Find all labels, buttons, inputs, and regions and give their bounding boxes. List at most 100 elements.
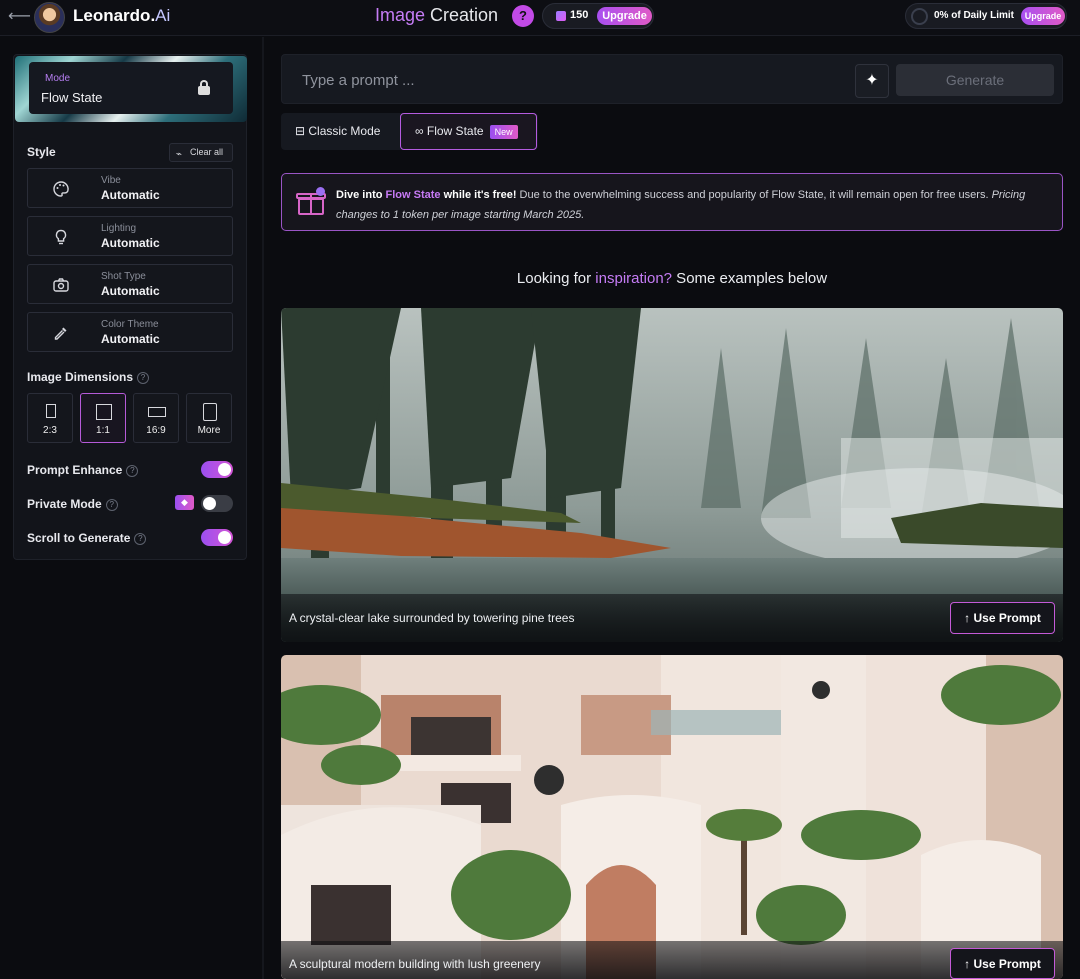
scroll-generate-label: Scroll to Generate?: [27, 531, 147, 545]
token-count: 150: [570, 9, 589, 21]
help-circle-icon[interactable]: ?: [105, 498, 118, 511]
help-circle-icon[interactable]: ?: [137, 371, 150, 384]
sparkle-icon[interactable]: ✦: [855, 64, 889, 98]
style-row-color-theme[interactable]: Color Theme Automatic: [27, 312, 233, 352]
style-row-label: Color Theme: [101, 319, 159, 330]
style-row-value: Automatic: [101, 284, 160, 298]
style-row-value: Automatic: [101, 188, 160, 202]
generate-button[interactable]: Generate: [896, 64, 1054, 96]
inspiration-heading: Looking for inspiration? Some examples b…: [281, 270, 1063, 287]
banner-lead-end: while it's free!: [440, 189, 517, 201]
dimension-label: 16:9: [146, 425, 166, 436]
style-row-label: Shot Type: [101, 271, 146, 282]
token-icon: [556, 11, 566, 21]
prompt-input[interactable]: [302, 68, 842, 92]
use-prompt-label: Use Prompt: [973, 957, 1041, 971]
prompt-enhance-toggle[interactable]: [201, 461, 233, 478]
dimension-1-1[interactable]: 1:1: [80, 393, 126, 443]
style-row-label: Lighting: [101, 223, 137, 234]
gem-icon: ◆: [175, 495, 194, 510]
dimensions-heading-text: Image Dimensions: [27, 370, 134, 384]
gift-icon: [296, 187, 326, 217]
square-shape-icon: [96, 404, 112, 420]
scroll-generate-toggle[interactable]: [201, 529, 233, 546]
logo-suffix: Ai: [155, 6, 171, 25]
upgrade-button-secondary[interactable]: Upgrade: [1021, 7, 1065, 25]
private-mode-label: Private Mode?: [27, 497, 118, 511]
mode-selector[interactable]: Mode Flow State: [29, 62, 233, 114]
style-row-vibe[interactable]: Vibe Automatic: [27, 168, 233, 208]
use-prompt-button[interactable]: ↑ Use Prompt: [950, 602, 1055, 634]
style-row-shot-type[interactable]: Shot Type Automatic: [27, 264, 233, 304]
progress-ring-icon: [911, 8, 928, 25]
toggle-label: Private Mode: [27, 497, 102, 511]
tab-label: Classic Mode: [308, 124, 381, 138]
example-image-lake: [281, 308, 1063, 642]
palette-icon: [52, 180, 70, 198]
clear-all-button[interactable]: ⌁ Clear all: [169, 143, 233, 162]
prompt-bar: ✦ Generate: [281, 54, 1063, 104]
banner-text: Dive into Flow State while it's free! Du…: [336, 185, 1046, 225]
clear-icon: ⌁: [176, 149, 183, 160]
tab-flow-state[interactable]: ∞ Flow State New: [400, 113, 537, 150]
mode-card[interactable]: Mode Flow State: [15, 56, 247, 122]
sidebar: Mode Flow State Style ⌁ Clear all Vibe A…: [13, 54, 247, 560]
logo-avatar[interactable]: [34, 2, 65, 33]
inspiration-before: Looking for: [516, 270, 596, 287]
private-mode-toggle[interactable]: [201, 495, 233, 512]
help-icon[interactable]: ?: [512, 5, 534, 27]
use-prompt-label: Use Prompt: [973, 611, 1041, 625]
mode-tabs: ⊟ Classic Mode ∞ Flow State New: [281, 113, 538, 150]
back-arrow-icon[interactable]: ⟵: [8, 7, 31, 27]
dimension-label: 1:1: [96, 425, 110, 436]
daily-limit: 0% of Daily Limit Upgrade: [905, 3, 1067, 29]
example-card-building[interactable]: A sculptural modern building with lush g…: [281, 655, 1063, 979]
caption-bar: A crystal-clear lake surrounded by tower…: [281, 594, 1063, 642]
style-row-lighting[interactable]: Lighting Automatic: [27, 216, 233, 256]
lock-icon: [197, 80, 211, 96]
prompt-enhance-row: Prompt Enhance?: [27, 460, 233, 480]
example-image-building: [281, 655, 1063, 979]
dimension-label: 2:3: [43, 425, 57, 436]
top-bar: ⟵ Leonardo.Ai Image Creation ? 150 Upgra…: [0, 0, 1080, 36]
dimensions-heading: Image Dimensions?: [27, 370, 150, 384]
caption-bar: A sculptural modern building with lush g…: [281, 941, 1063, 979]
lightbulb-icon: [52, 228, 70, 246]
toggle-label: Scroll to Generate: [27, 531, 131, 545]
eyedropper-icon: [52, 324, 70, 342]
style-heading: Style: [27, 145, 56, 159]
scroll-generate-row: Scroll to Generate?: [27, 528, 233, 548]
help-circle-icon[interactable]: ?: [134, 532, 147, 545]
new-badge: New: [489, 124, 518, 139]
example-card-lake[interactable]: A crystal-clear lake surrounded by tower…: [281, 308, 1063, 642]
page-title-accent: Image: [375, 5, 426, 25]
tab-label: Flow State: [426, 124, 484, 138]
daily-limit-text: 0% of Daily Limit: [934, 10, 1015, 21]
tab-classic-mode[interactable]: ⊟ Classic Mode: [295, 113, 380, 150]
dimension-16-9[interactable]: 16:9: [133, 393, 179, 443]
prompt-enhance-label: Prompt Enhance?: [27, 463, 139, 477]
upgrade-button[interactable]: Upgrade: [597, 7, 652, 25]
dimension-2-3[interactable]: 2:3: [27, 393, 73, 443]
promo-banner: Dive into Flow State while it's free! Du…: [281, 173, 1063, 231]
infinity-icon: ∞: [415, 124, 427, 138]
panel-divider: [262, 37, 264, 979]
use-prompt-button[interactable]: ↑ Use Prompt: [950, 948, 1055, 979]
help-circle-icon[interactable]: ?: [126, 464, 139, 477]
dimension-more[interactable]: More: [186, 393, 232, 443]
style-row-value: Automatic: [101, 332, 160, 346]
logo-main: Leonardo.: [73, 6, 156, 25]
mode-value: Flow State: [41, 90, 103, 105]
clear-all-label: Clear all: [190, 147, 224, 157]
private-mode-row: Private Mode? ◆: [27, 494, 233, 514]
inspiration-after: Some examples below: [672, 270, 828, 287]
classic-icon: ⊟: [295, 124, 309, 138]
style-row-value: Automatic: [101, 236, 160, 250]
landscape-shape-icon: [148, 407, 166, 417]
example-caption: A sculptural modern building with lush g…: [289, 957, 541, 971]
banner-lead: Dive into: [336, 189, 386, 201]
logo-text[interactable]: Leonardo.Ai: [73, 6, 170, 26]
mode-label: Mode: [45, 73, 71, 84]
dimension-label: More: [197, 425, 221, 436]
example-caption: A crystal-clear lake surrounded by tower…: [289, 611, 575, 625]
